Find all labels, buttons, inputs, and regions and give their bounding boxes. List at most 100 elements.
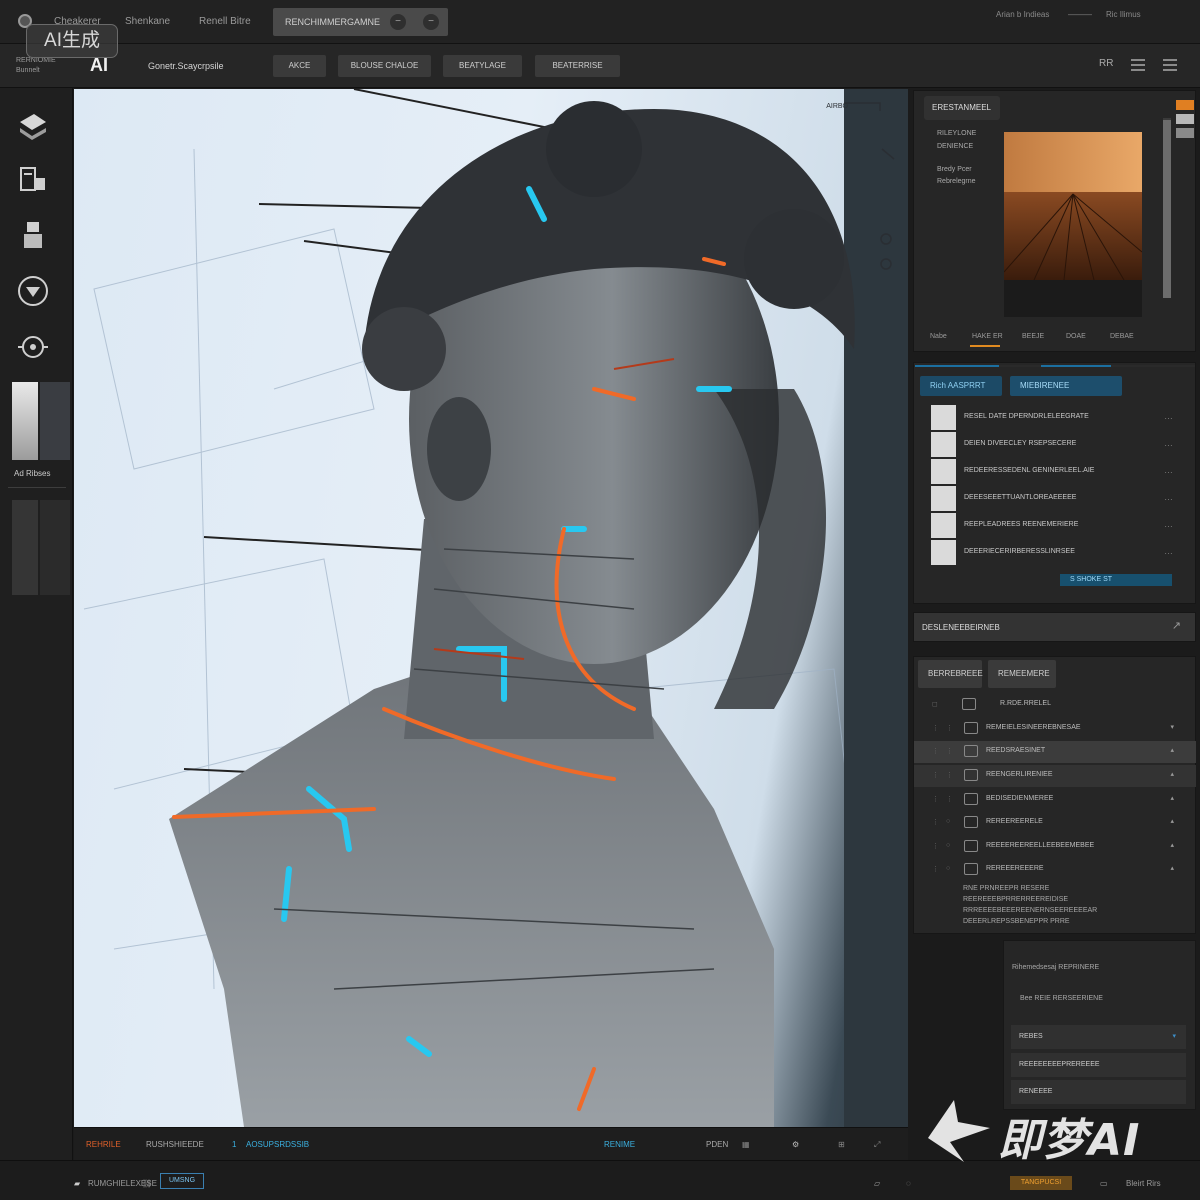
grid-icon[interactable]: ▦ (742, 1140, 750, 1149)
gray-swatch-2[interactable] (1176, 128, 1194, 138)
file-row[interactable]: REDEERESSEDENL GENINERLEEL.AIE… (931, 459, 1181, 484)
bottom-icon-2[interactable]: ◌ (906, 1179, 911, 1188)
layer-row[interactable]: ⋮ ○ REREEEREEERE ▴ (914, 859, 1196, 881)
zoom-icon[interactable]: ⊞ (838, 1140, 845, 1149)
menu-item-3[interactable]: Renell Bitre (199, 16, 251, 27)
expand-arrow-icon[interactable]: ↗ (1172, 619, 1181, 632)
pin-icon[interactable]: ▰ (74, 1179, 80, 1188)
layer-row-selected[interactable]: ⋮ ⋮ REEDSRAESINET ▴ (914, 741, 1196, 763)
status-center[interactable]: RENIME (604, 1140, 635, 1149)
rail-section-label: Ad Ribses (14, 469, 51, 478)
layer-menu-icon[interactable]: ▴ (1170, 817, 1174, 825)
file-thumb (931, 513, 956, 538)
more-icon[interactable]: … (1164, 519, 1173, 529)
layer-menu-icon[interactable]: ▴ (1170, 770, 1174, 778)
toolbar-button-3[interactable]: BEATYLAGE (443, 55, 522, 77)
layer-name: REENGERLIRENIEE (986, 771, 1053, 778)
top-right-label-3: Ric Ilimus (1106, 10, 1141, 19)
more-icon[interactable]: … (1164, 546, 1173, 556)
toolbar-button-1[interactable]: AKCE (273, 55, 326, 77)
bottom-tag[interactable]: UMSNG (160, 1173, 204, 1189)
toolbar-right-label[interactable]: RR (1099, 58, 1113, 69)
layer-row[interactable]: ⋮ ⋮ REENGERLIRENIEE ▴ (914, 765, 1196, 787)
color-swatch-dark[interactable] (40, 382, 70, 460)
file-row[interactable]: DEEESEEETTUANTLOREAEEEEE… (931, 486, 1181, 511)
toolbar-button-4[interactable]: BEATERRISE (535, 55, 620, 77)
file-thumb (931, 459, 956, 484)
layers-header: R.RDE.RRELEL (1000, 700, 1051, 707)
file-name: DEEERIECERIRBERESSLINRSEE (964, 548, 1075, 555)
more-icon[interactable]: … (1164, 492, 1173, 502)
layers-tab-2[interactable]: REMEEMERE (988, 660, 1056, 688)
file-row[interactable]: DEIEN DIVEECLEY RSEPSECERE… (931, 432, 1181, 457)
layer-note-4: DEEERLREPSSBENEPPR PRRE (963, 918, 1070, 925)
preview-tab-1[interactable]: Nabe (930, 333, 947, 340)
file-row[interactable]: REEPLEADREES REENEMERIERE… (931, 513, 1181, 538)
settings-icon[interactable]: ⚙ (792, 1140, 799, 1149)
minus-button[interactable]: − (390, 14, 406, 30)
layer-row[interactable]: ⋮ ⋮ REMEIELESINEEREBNESAE ▾ (914, 718, 1196, 740)
layer-menu-icon[interactable]: ▾ (1170, 723, 1174, 731)
properties-row-1[interactable]: REBES ▾ (1011, 1025, 1186, 1049)
file-row[interactable]: RESEL DATE DPERNDRLELEEGRATE… (931, 405, 1181, 430)
files-action-button[interactable]: S SHOKE ST (1060, 574, 1172, 586)
layer-row[interactable]: ⋮ ○ REEEEREEREELLEEBEEMEBEE ▴ (914, 836, 1196, 858)
preview-scrollbar-thumb[interactable] (1163, 120, 1171, 298)
orange-swatch-1[interactable] (1176, 100, 1194, 110)
preview-tab-indicator (970, 345, 1000, 347)
more-icon[interactable]: … (1164, 411, 1173, 421)
layer-menu-icon[interactable]: ▴ (1170, 864, 1174, 872)
layers-tool-icon[interactable] (16, 108, 50, 142)
preview-tab-2[interactable]: HAKE ER (972, 333, 1003, 340)
menu-icon[interactable] (1163, 56, 1177, 74)
figure-tool-icon[interactable] (16, 218, 50, 252)
file-row[interactable]: DEEERIECERIRBERESSLINRSEE … (931, 540, 1181, 565)
bottom-orange-tag[interactable]: TANGPUCSI (1010, 1176, 1072, 1190)
layer-thumb-icon (964, 793, 978, 805)
status-indicator: PDEN (706, 1140, 729, 1149)
target-tool-icon[interactable] (16, 330, 50, 364)
preview-tab-3[interactable]: BEEJE (1022, 333, 1044, 340)
properties-row-2[interactable]: REEEEEEEEPREREEEE (1011, 1053, 1186, 1077)
more-icon[interactable]: … (1164, 465, 1173, 475)
list-icon[interactable] (1131, 56, 1145, 74)
gray-swatch-1[interactable] (1176, 114, 1194, 124)
image-canvas[interactable]: AIRBO (74, 89, 908, 1127)
layer-row[interactable]: ⋮ ○ REREEREERELE ▴ (914, 812, 1196, 834)
more-icon[interactable]: … (1164, 438, 1173, 448)
minus-button-2[interactable]: − (423, 14, 439, 30)
properties-row-label: REEEEEEEEPREREEEE (1019, 1061, 1100, 1068)
files-tab-1[interactable]: Rich AASPRRT (920, 376, 1002, 396)
status-left: REHRILE (86, 1140, 121, 1149)
preview-panel-tab[interactable]: ERESTANMEEL (924, 96, 1000, 120)
files-panel-divider (915, 365, 1195, 367)
layers-tab-1[interactable]: BERREBREEE (918, 660, 983, 688)
layer-menu-icon[interactable]: ▴ (1170, 746, 1174, 754)
toolbar-button-2[interactable]: BLOUSE CHALOE (338, 55, 431, 77)
layer-thumb-icon (964, 840, 978, 852)
rail-panel-b (40, 500, 70, 595)
expand-icon[interactable]: ⤢ (874, 1140, 880, 1150)
layer-row[interactable]: ⋮ ⋮ BEDISEDIENMEREE ▴ (914, 789, 1196, 811)
link-icon[interactable]: ⛓ (142, 1179, 152, 1188)
title-bar: Cheakerer Shenkane Renell Bitre RENCHIMM… (0, 0, 1200, 44)
menu-item-2[interactable]: Shenkane (125, 16, 170, 27)
layer-name: REMEIELESINEEREBNESAE (986, 724, 1081, 731)
dropdown-icon[interactable]: ▾ (1172, 1025, 1176, 1049)
collapsed-section[interactable]: DESLENEEBEIRNEB ↗ (913, 612, 1196, 642)
download-tool-icon[interactable] (16, 274, 50, 308)
preview-tab-4[interactable]: DOAE (1066, 333, 1086, 340)
color-swatch-light[interactable] (12, 382, 38, 460)
preview-thumbnail[interactable] (1004, 132, 1142, 317)
document-tool-icon[interactable] (16, 162, 50, 196)
bottom-icon-1[interactable]: ▱ (874, 1179, 880, 1188)
eye-icon[interactable]: ◻ (932, 700, 938, 708)
top-search-box[interactable]: RENCHIMMERGAMNE − − (273, 8, 448, 36)
preview-tab-5[interactable]: DEBAE (1110, 333, 1134, 340)
layer-menu-icon[interactable]: ▴ (1170, 794, 1174, 802)
layer-menu-icon[interactable]: ▴ (1170, 841, 1174, 849)
files-tab-2[interactable]: MIEBIRENEE (1010, 376, 1122, 396)
bottom-icon-3[interactable]: ▭ (1100, 1179, 1108, 1188)
top-right-label-2: ——— (1068, 10, 1092, 19)
layer-note-1: RNE PRNREEPR RESERE (963, 885, 1050, 892)
